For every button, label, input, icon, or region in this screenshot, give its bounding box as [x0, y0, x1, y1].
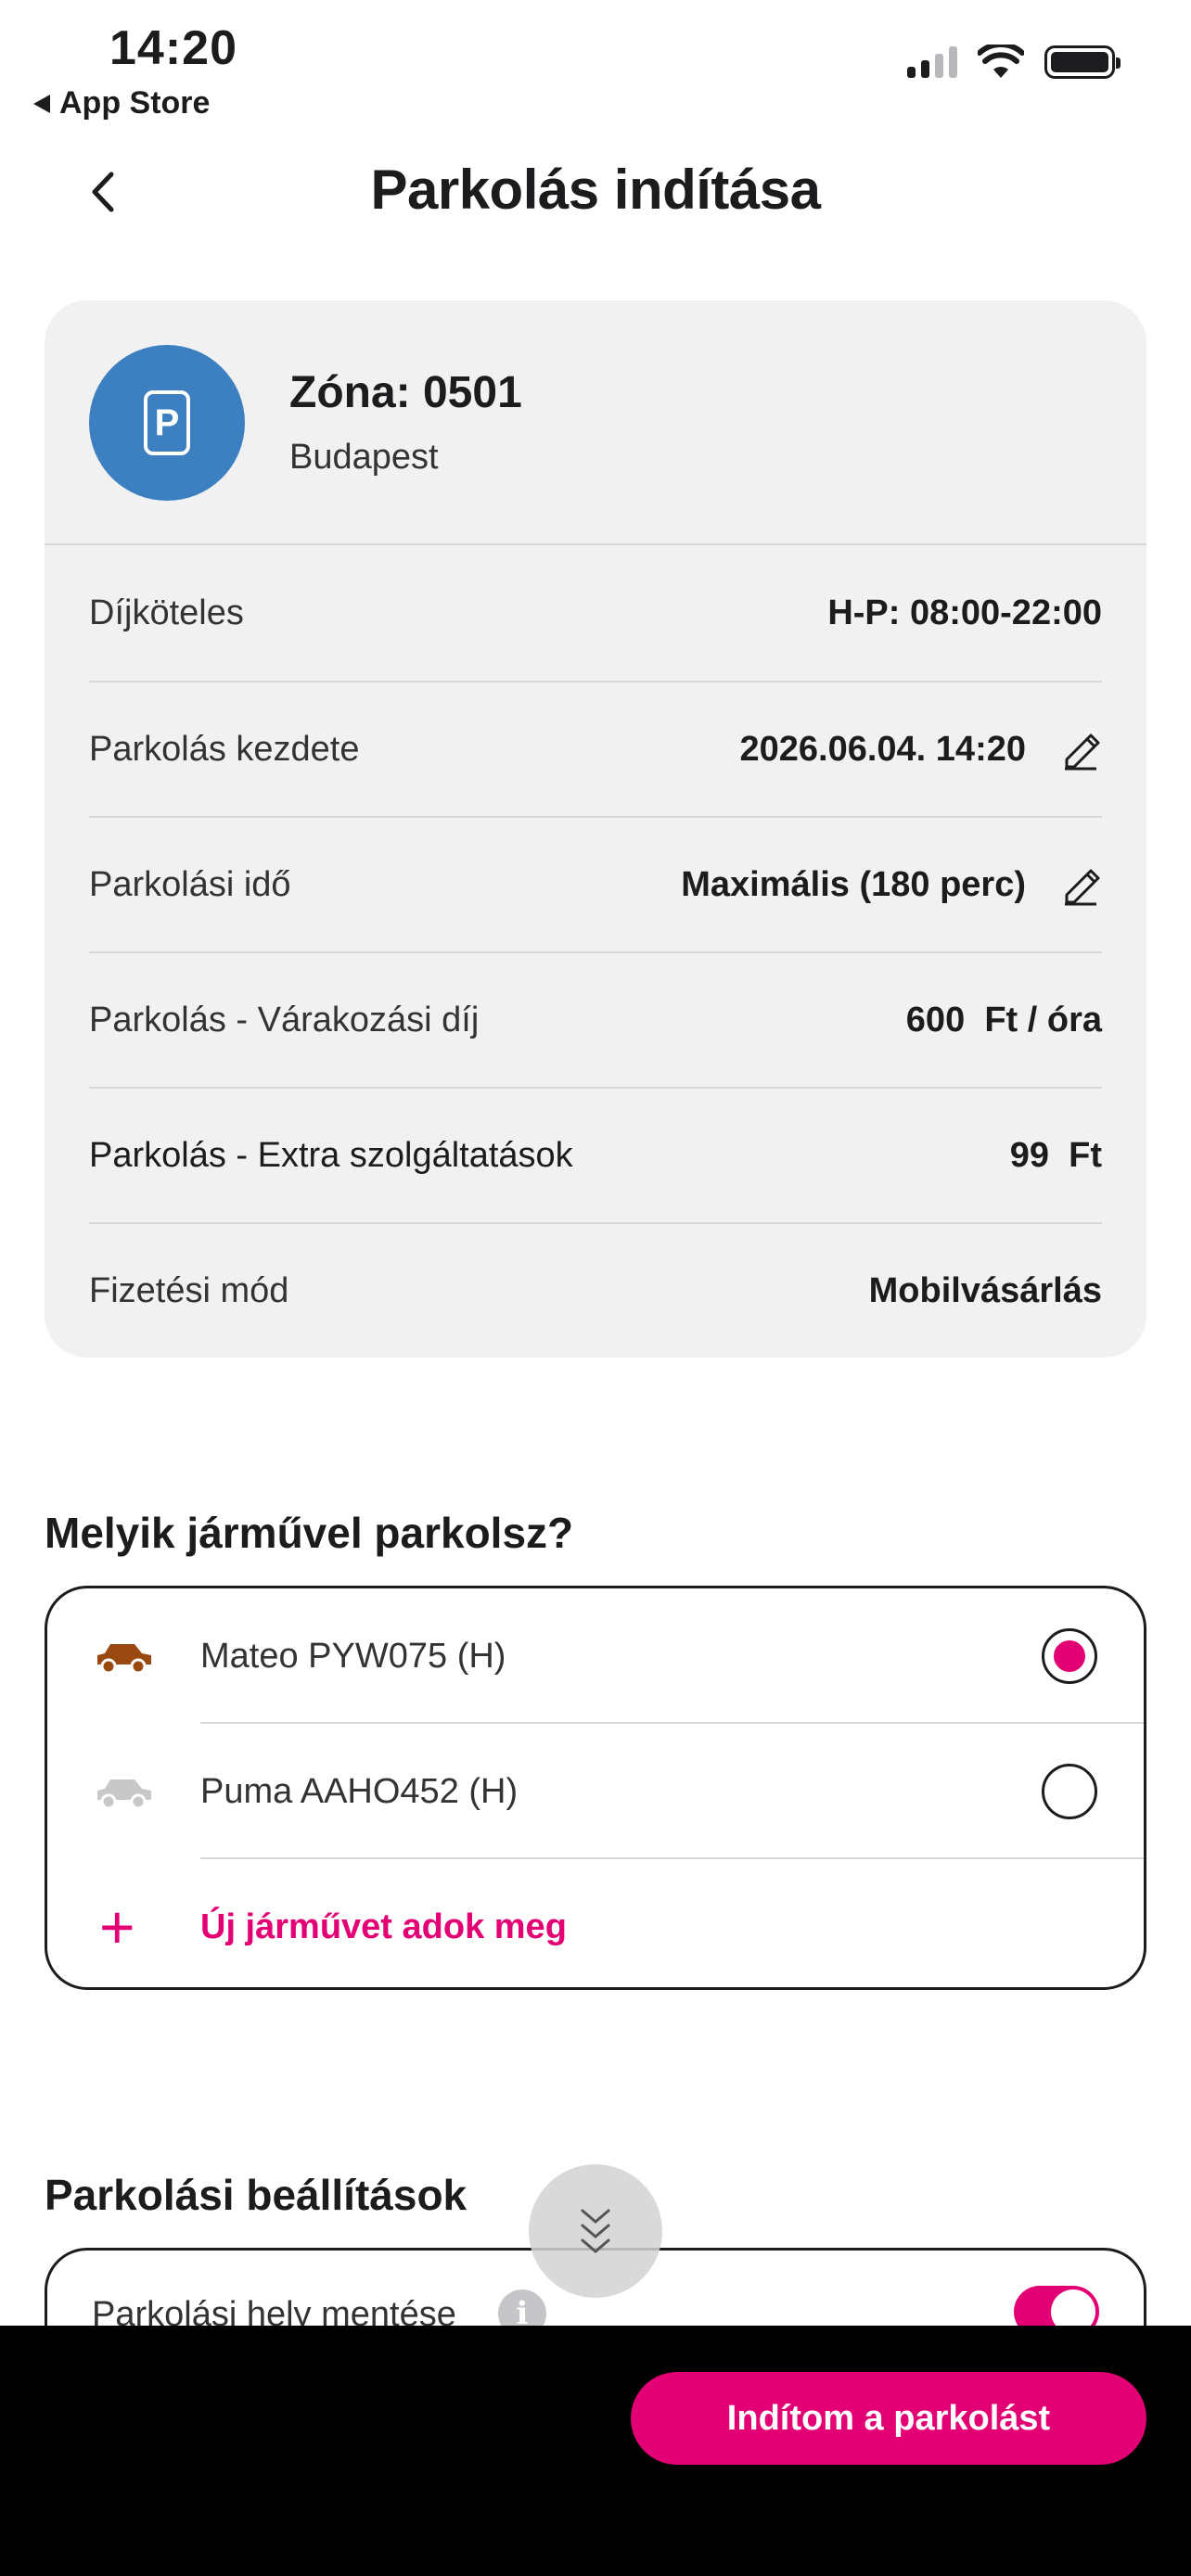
info-row-start-time: Parkolás kezdete 2026.06.04. 14:20: [89, 681, 1102, 816]
info-row-payment-method: Fizetési mód Mobilvásárlás: [89, 1222, 1102, 1358]
back-triangle-icon: [33, 94, 50, 113]
vehicle-section-title: Melyik járművel parkolsz?: [45, 1509, 574, 1557]
car-icon: [97, 1644, 151, 1675]
info-row-value: 600 Ft / óra: [905, 1000, 1102, 1039]
status-time: 14:20: [109, 21, 237, 75]
zone-card: P Zóna: 0501 Budapest Díjköteles H-P: 08…: [45, 300, 1146, 1358]
add-vehicle-label: Új járművet adok meg: [200, 1906, 567, 1946]
parking-start-screen: 14:20 App Store Parkolás indítása P Zóna…: [0, 0, 1191, 2576]
info-row-duration: Parkolási idő Maximális (180 perc): [89, 816, 1102, 951]
vehicle-option-mateo[interactable]: Mateo PYW075 (H): [47, 1588, 1144, 1724]
zone-avatar: P: [89, 345, 245, 501]
start-parking-button[interactable]: Indítom a parkolást: [631, 2372, 1146, 2465]
back-app-label: App Store: [59, 85, 211, 121]
status-icons: [907, 45, 1121, 80]
info-row-value: Mobilvásárlás: [868, 1270, 1102, 1310]
info-row-value: H-P: 08:00-22:00: [827, 593, 1102, 632]
vehicle-radio-unselected[interactable]: [1042, 1764, 1097, 1819]
info-row-label: Fizetési mód: [89, 1270, 289, 1310]
info-row-label: Parkolás kezdete: [89, 729, 360, 769]
info-row-label: Parkolási idő: [89, 864, 291, 904]
info-row-label: Díjköteles: [89, 593, 244, 632]
info-row-value: Maximális (180 perc): [681, 864, 1026, 904]
parking-sign-icon: P: [144, 390, 190, 455]
zone-header: P Zóna: 0501 Budapest: [45, 300, 1146, 545]
zone-city: Budapest: [289, 438, 439, 477]
info-row-fee-hours: Díjköteles H-P: 08:00-22:00: [89, 545, 1102, 681]
info-row-value: 2026.06.04. 14:20: [739, 729, 1027, 769]
info-row-value: 99 Ft: [1009, 1135, 1102, 1175]
info-row-extra-services: Parkolás - Extra szolgáltatások 99 Ft: [89, 1087, 1102, 1222]
double-chevron-down-icon: [581, 2209, 610, 2253]
vehicle-list: Mateo PYW075 (H) Puma AAHO452 (H) + Új j…: [45, 1586, 1146, 1990]
edit-duration-pencil-icon[interactable]: [1059, 863, 1102, 906]
page-title: Parkolás indítása: [370, 159, 821, 221]
edit-start-time-pencil-icon[interactable]: [1059, 728, 1102, 771]
info-row-parking-fee: Parkolás - Várakozási díj 600 Ft / óra: [89, 951, 1102, 1087]
add-vehicle-button[interactable]: + Új járművet adok meg: [47, 1859, 1144, 1987]
vehicle-radio-selected[interactable]: [1042, 1628, 1097, 1684]
vehicle-option-puma[interactable]: Puma AAHO452 (H): [47, 1724, 1144, 1859]
vehicle-label: Mateo PYW075 (H): [200, 1636, 506, 1676]
battery-icon: [1044, 45, 1121, 79]
zone-name: Zóna: 0501: [289, 368, 522, 417]
scroll-down-button[interactable]: [529, 2164, 662, 2298]
bottom-action-bar: Indítom a parkolást: [0, 2326, 1191, 2576]
wifi-icon: [978, 45, 1024, 78]
plus-icon: +: [99, 1893, 135, 1961]
vehicle-label: Puma AAHO452 (H): [200, 1771, 519, 1811]
info-row-label: Parkolás - Várakozási díj: [89, 1000, 480, 1039]
info-row-label: Parkolás - Extra szolgáltatások: [89, 1135, 573, 1175]
back-to-app-store-link[interactable]: App Store: [33, 85, 210, 121]
car-icon: [97, 1779, 151, 1810]
cellular-signal-icon: [907, 46, 957, 78]
settings-section-title: Parkolási beállítások: [45, 2171, 467, 2219]
